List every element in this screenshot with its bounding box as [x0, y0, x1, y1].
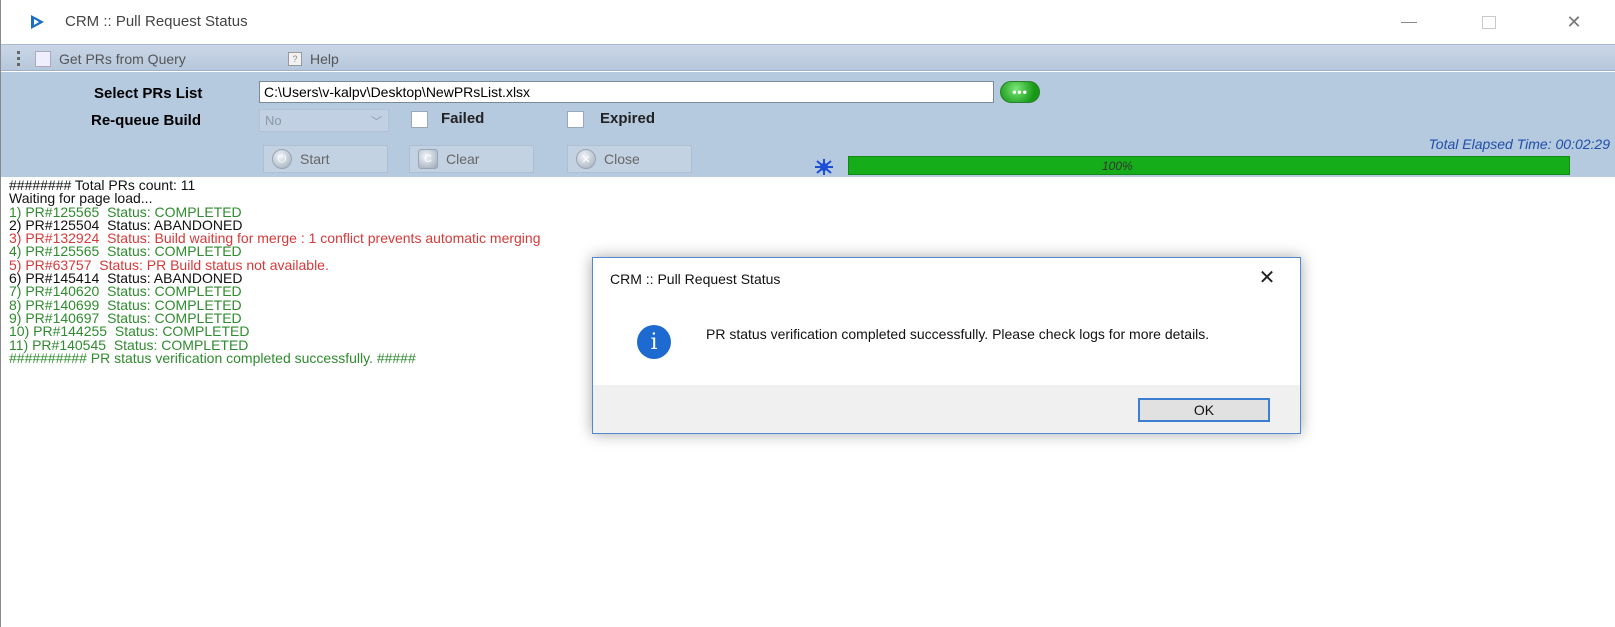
maximize-icon	[1482, 15, 1496, 29]
power-icon: ⏻	[272, 149, 292, 169]
log-line: 3) PR#132924 Status: Build waiting for m…	[9, 230, 541, 247]
maximize-button[interactable]	[1471, 8, 1507, 36]
dialog-title: CRM :: Pull Request Status	[610, 271, 781, 287]
message-dialog: CRM :: Pull Request Status ✕ i PR status…	[592, 257, 1301, 434]
menu-help-label: Help	[310, 51, 339, 67]
close-label: Close	[604, 151, 640, 167]
help-icon: ?	[288, 52, 302, 66]
start-label: Start	[300, 151, 330, 167]
close-icon: ✕	[1258, 266, 1276, 289]
minimize-button[interactable]	[1391, 8, 1427, 36]
window-close-button[interactable]: ✕	[1556, 8, 1592, 36]
spinner-icon	[815, 159, 833, 175]
menu-help[interactable]: ? Help	[288, 49, 339, 69]
window-title: CRM :: Pull Request Status	[65, 13, 248, 30]
control-panel: Select PRs List C:\Users\v-kalpv\Desktop…	[1, 72, 1615, 177]
chevron-down-icon: ﹀	[371, 116, 382, 128]
requeue-build-label: Re-queue Build	[91, 112, 202, 129]
prs-list-path-input[interactable]: C:\Users\v-kalpv\Desktop\NewPRsList.xlsx	[259, 81, 994, 103]
dynamics-arrow-icon	[31, 15, 44, 29]
expired-label: Expired	[600, 110, 656, 127]
expired-checkbox[interactable]	[567, 111, 584, 128]
close-icon: ✕	[1566, 11, 1582, 32]
failed-label: Failed	[441, 110, 485, 127]
failed-checkbox[interactable]	[411, 111, 428, 128]
menu-bar: Get PRs from Query ? Help	[1, 44, 1615, 71]
select-prs-list-label: Select PRs List	[94, 85, 203, 102]
menu-get-prs-label: Get PRs from Query	[59, 51, 186, 67]
clear-icon: C	[418, 149, 438, 169]
ellipsis-icon: •••	[1012, 85, 1028, 99]
browse-button[interactable]: •••	[1000, 81, 1040, 103]
dialog-message: PR status verification completed success…	[706, 326, 1210, 342]
start-button[interactable]: ⏻ Start	[263, 145, 388, 173]
total-elapsed-time: Total Elapsed Time: 00:02:29	[1428, 136, 1610, 152]
clear-button[interactable]: C Clear	[409, 145, 534, 173]
menu-grip-handle[interactable]	[17, 51, 20, 66]
query-icon	[35, 51, 51, 67]
title-bar: CRM :: Pull Request Status ✕	[1, 0, 1615, 44]
progress-percent: 100%	[1102, 159, 1133, 173]
requeue-build-value: No	[265, 113, 282, 128]
requeue-build-select[interactable]: No ﹀	[259, 109, 389, 132]
menu-get-prs-from-query[interactable]: Get PRs from Query	[35, 49, 186, 69]
app-window: CRM :: Pull Request Status ✕ Get PRs fro…	[0, 0, 1615, 627]
progress-bar: 100%	[848, 156, 1570, 175]
log-line: ######## Total PRs count: 11	[9, 177, 196, 193]
ok-button[interactable]: OK	[1138, 398, 1270, 422]
close-circle-icon: ✕	[576, 149, 596, 169]
close-button[interactable]: ✕ Close	[567, 145, 692, 173]
progress-fill	[849, 157, 1569, 174]
dialog-close-button[interactable]: ✕	[1249, 262, 1285, 292]
dialog-footer: OK	[593, 385, 1300, 433]
clear-label: Clear	[446, 151, 480, 167]
info-icon: i	[637, 325, 671, 359]
minimize-icon	[1401, 21, 1417, 23]
log-line: Waiting for page load...	[9, 190, 153, 207]
log-line: 1) PR#125565 Status: COMPLETED	[9, 203, 242, 220]
